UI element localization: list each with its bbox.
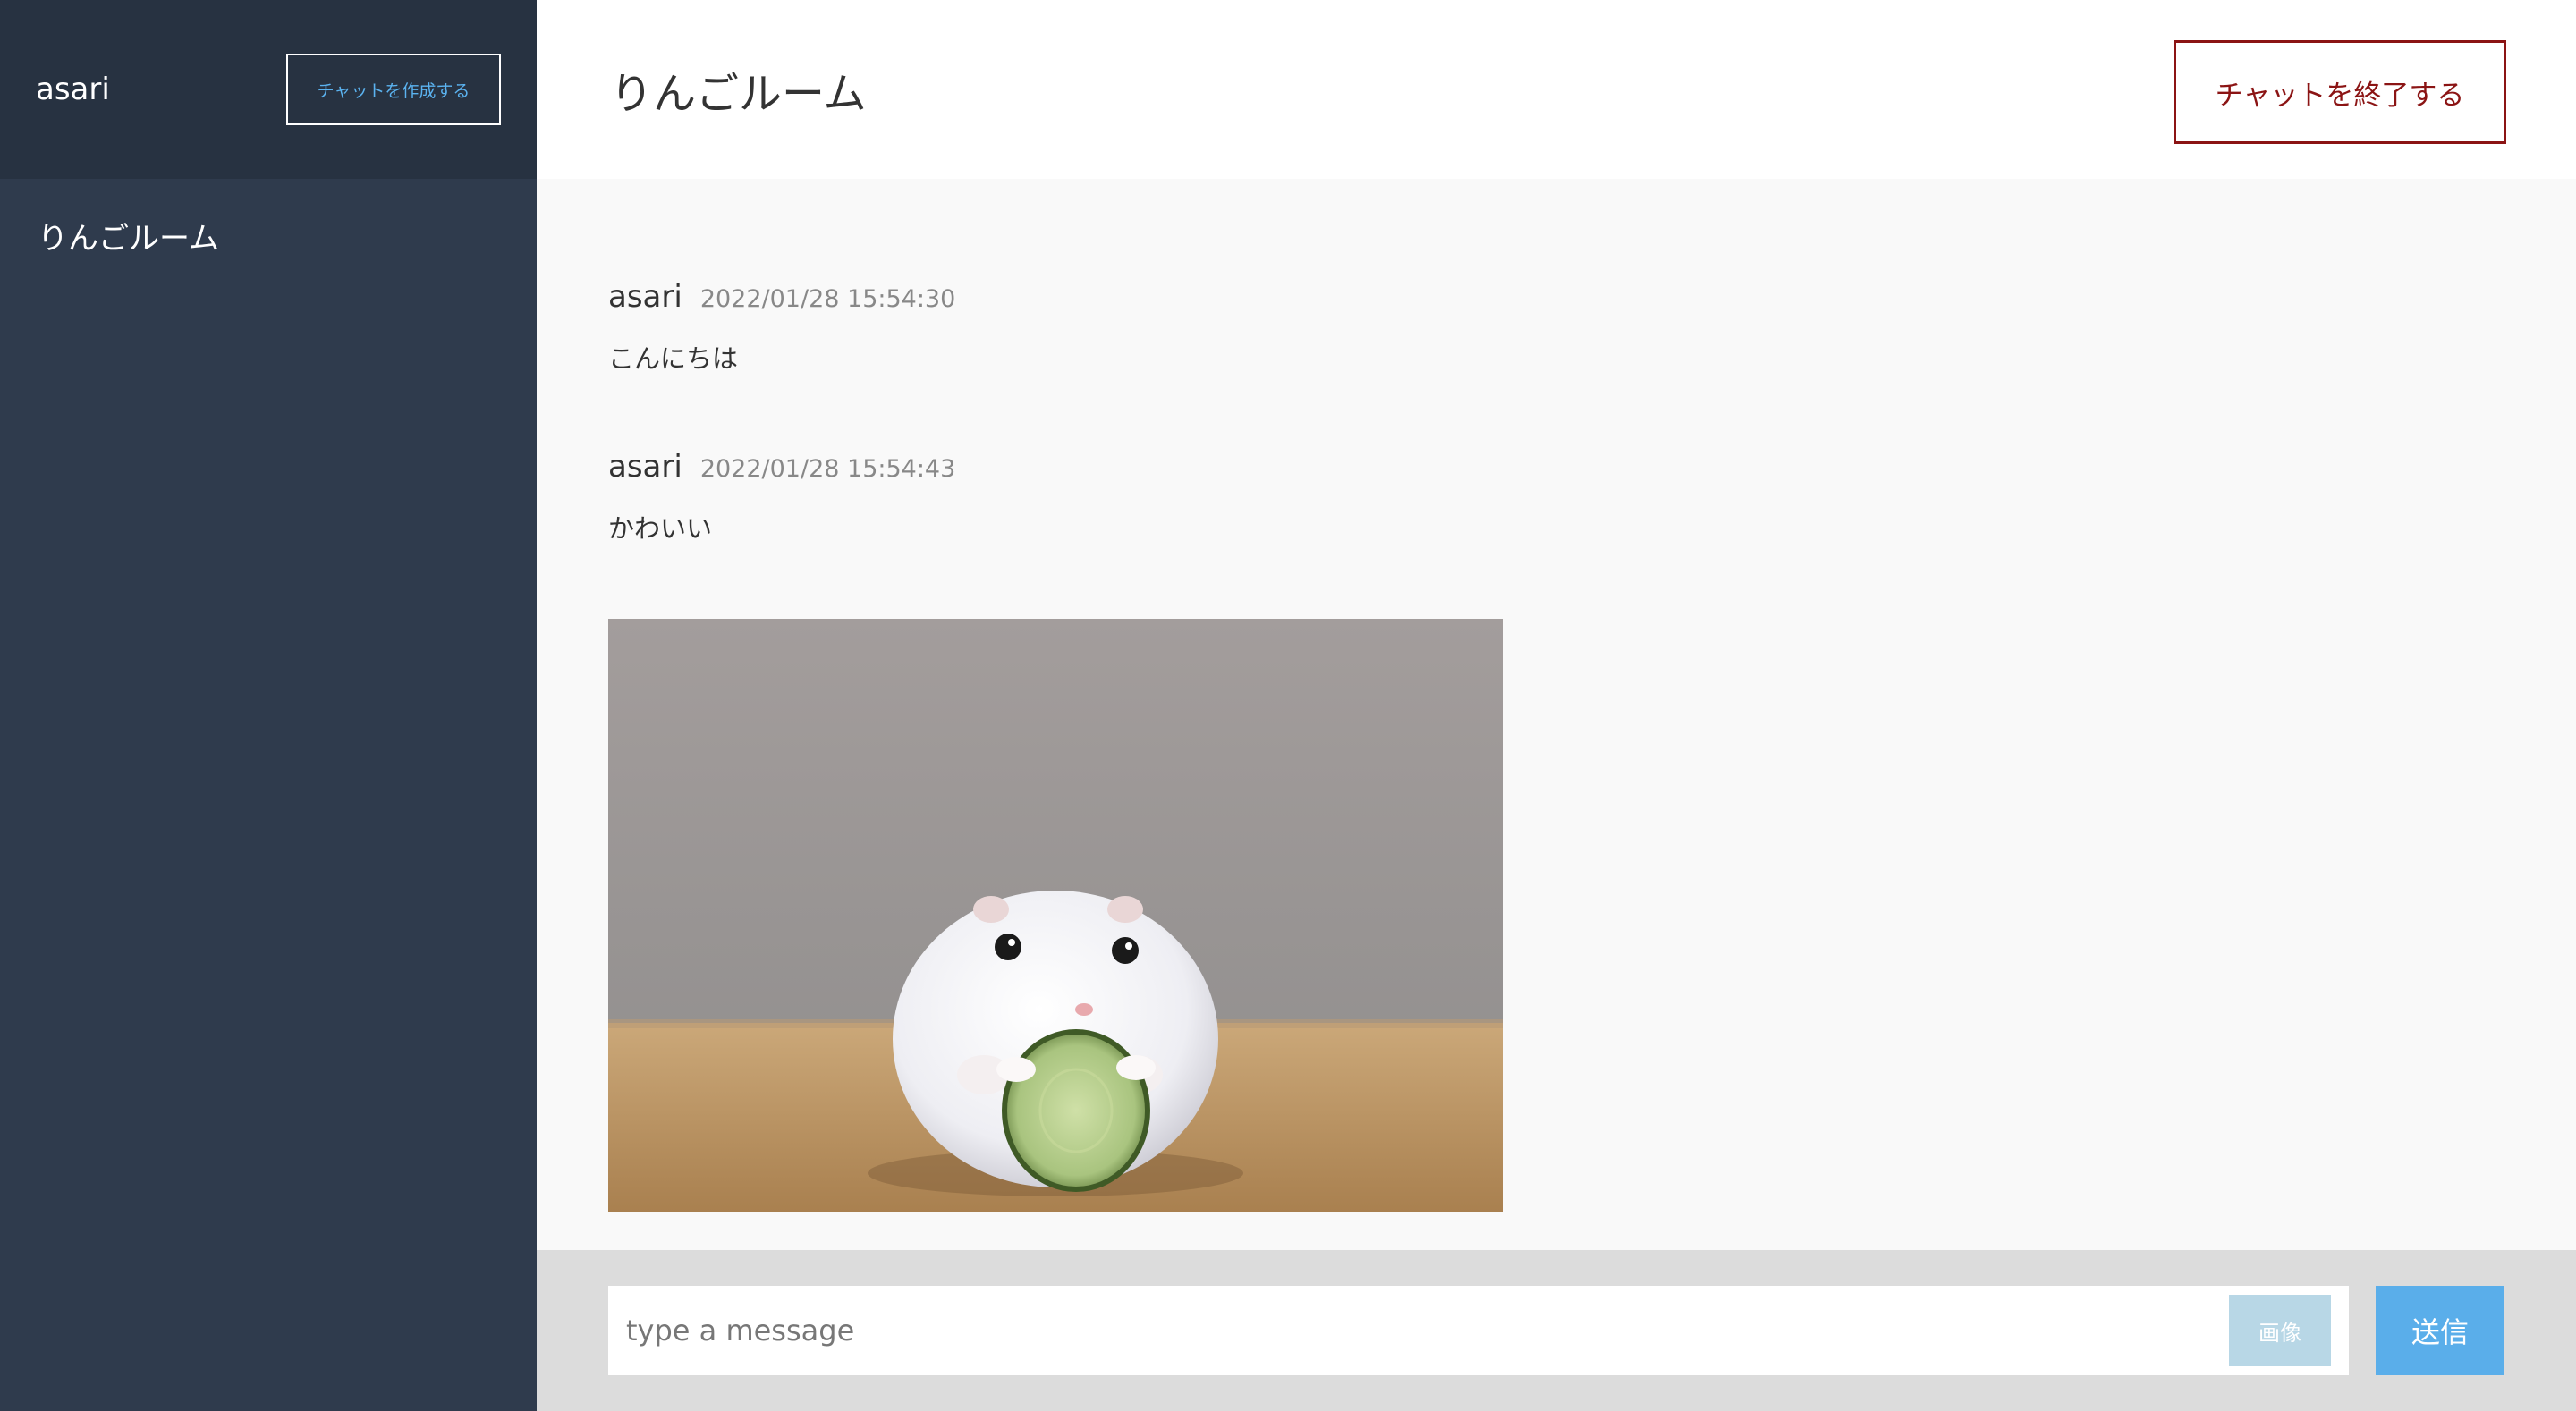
room-list: りんごルーム bbox=[0, 179, 537, 291]
message-meta: asari 2022/01/28 15:54:43 bbox=[608, 449, 955, 485]
image-upload-button[interactable]: 画像 bbox=[2229, 1295, 2331, 1366]
message-meta: asari 2022/01/28 15:54:30 bbox=[608, 279, 955, 315]
send-button[interactable]: 送信 bbox=[2376, 1286, 2504, 1375]
message-author: asari bbox=[608, 279, 682, 315]
message-timestamp: 2022/01/28 15:54:43 bbox=[699, 455, 956, 483]
sidebar-header: asari チャットを作成する bbox=[0, 0, 537, 179]
room-item-ringo[interactable]: りんごルーム bbox=[0, 179, 537, 291]
room-title: りんごルーム bbox=[610, 69, 867, 119]
message-input-container bbox=[608, 1286, 2349, 1375]
message-input[interactable] bbox=[608, 1286, 2174, 1375]
create-chat-button[interactable]: チャットを作成する bbox=[286, 54, 501, 125]
message-timestamp: 2022/01/28 15:54:30 bbox=[699, 285, 956, 313]
current-user-name: asari bbox=[36, 72, 110, 107]
message-item: asari 2022/01/28 15:54:30 こんにちは bbox=[608, 279, 955, 376]
end-chat-button[interactable]: チャットを終了する bbox=[2174, 40, 2506, 144]
message-author: asari bbox=[608, 449, 682, 485]
message-composer: 画像 送信 bbox=[537, 1250, 2576, 1411]
message-text: こんにちは bbox=[608, 343, 739, 374]
message-image-hamster bbox=[608, 619, 1503, 1212]
message-item: asari 2022/01/28 15:54:43 かわいい bbox=[608, 449, 955, 545]
message-list: asari 2022/01/28 15:54:30 こんにちは asari 20… bbox=[537, 179, 2576, 1250]
message-text: かわいい bbox=[608, 513, 713, 544]
chat-header: りんごルーム チャットを終了する bbox=[537, 0, 2576, 179]
sidebar: asari チャットを作成する りんごルーム bbox=[0, 0, 537, 1411]
